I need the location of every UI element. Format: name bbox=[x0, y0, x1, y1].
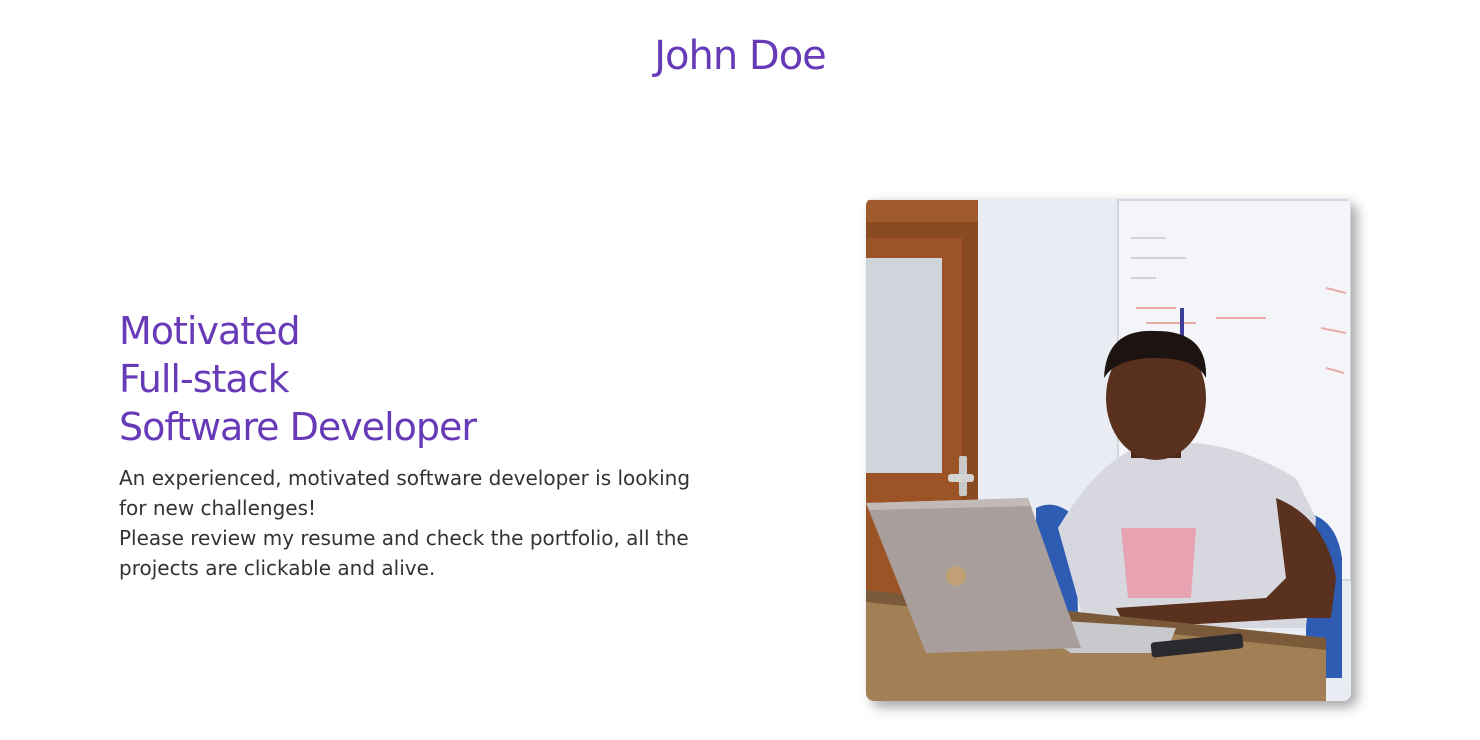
hero-photo bbox=[866, 198, 1351, 701]
site-title: John Doe bbox=[654, 33, 827, 79]
hero-heading-line: Full-stack bbox=[119, 357, 290, 401]
hero-heading: Motivated Full-stack Software Developer bbox=[119, 307, 719, 451]
hero-description: An experienced, motivated software devel… bbox=[119, 463, 719, 583]
hero-text: Motivated Full-stack Software Developer … bbox=[119, 307, 719, 583]
hero-heading-line: Motivated bbox=[119, 309, 301, 353]
hero-description-line: Please review my resume and check the po… bbox=[119, 526, 689, 580]
hero-description-line: An experienced, motivated software devel… bbox=[119, 466, 691, 520]
hero-heading-line: Software Developer bbox=[119, 405, 477, 449]
